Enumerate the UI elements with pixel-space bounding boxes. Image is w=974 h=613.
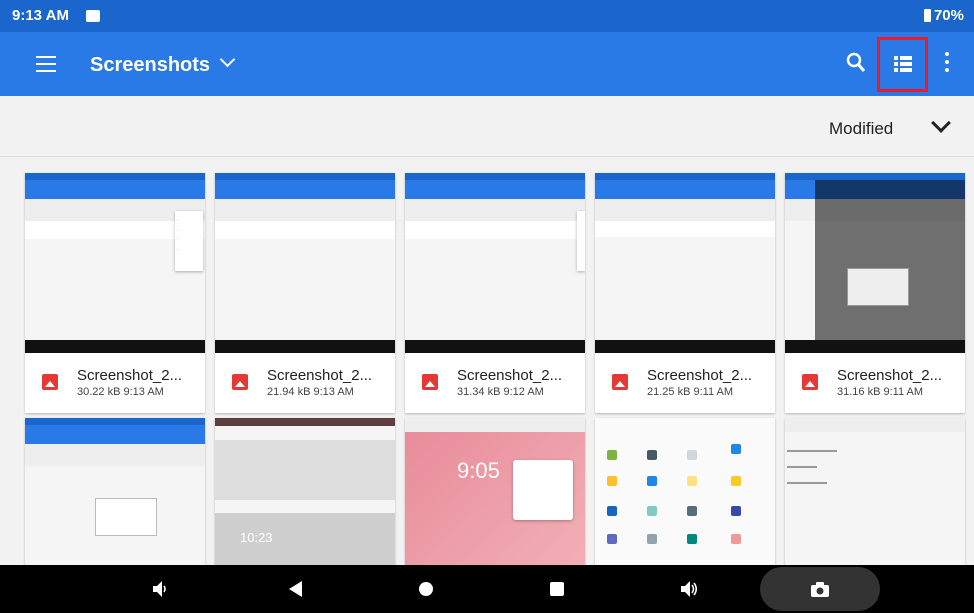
file-detail: 31.34 kB 9:12 AM (457, 386, 544, 398)
thumbnail (595, 173, 775, 353)
file-card[interactable]: 9:05 (405, 418, 585, 568)
battery-icon (923, 9, 931, 22)
battery-level: 70% (933, 7, 964, 24)
gallery-notification-icon (86, 10, 100, 22)
app-bar: Screenshots (0, 32, 974, 96)
thumbnail: 9:05 (405, 418, 585, 568)
file-card[interactable]: Screenshot_2... 31.34 kB 9:12 AM (405, 173, 585, 413)
file-grid: · · · · Screenshot_2... 30.22 kB 9:13 AM Sc… (0, 157, 974, 568)
file-detail: 21.25 kB 9:11 AM (647, 386, 734, 398)
file-card[interactable] (595, 418, 775, 568)
volume-down-icon[interactable] (148, 565, 172, 613)
file-card[interactable]: Screenshot_2... 21.25 kB 9:11 AM (595, 173, 775, 413)
chevron-down-icon[interactable] (931, 113, 951, 133)
status-bar: 9:13 AM 70% (0, 0, 974, 32)
thumbnail (25, 418, 205, 568)
image-file-icon (612, 374, 628, 390)
list-view-icon (894, 56, 912, 72)
file-detail: 31.16 kB 9:11 AM (837, 386, 924, 398)
volume-up-icon[interactable] (678, 565, 702, 613)
search-icon[interactable] (846, 52, 866, 74)
image-file-icon (802, 374, 818, 390)
file-name: Screenshot_2... (267, 367, 373, 384)
sort-bar: Modified (0, 96, 974, 157)
preview-clock: 9:05 (457, 458, 500, 483)
file-card[interactable]: Screenshot_2... 31.16 kB 9:11 AM (785, 173, 965, 413)
file-name: Screenshot_2... (457, 367, 563, 384)
back-icon[interactable] (284, 565, 308, 613)
file-name: Screenshot_2... (837, 367, 943, 384)
sort-label[interactable]: Modified (829, 119, 893, 139)
file-name: Screenshot_2... (77, 367, 183, 384)
thumbnail (785, 173, 965, 353)
image-file-icon (422, 374, 438, 390)
home-icon[interactable] (414, 565, 438, 613)
image-file-icon (232, 374, 248, 390)
thumbnail (785, 418, 965, 568)
thumbnail (215, 173, 395, 353)
file-name: Screenshot_2... (647, 367, 753, 384)
thumbnail (405, 173, 585, 353)
thumbnail: 10:23 (215, 418, 395, 568)
status-time: 9:13 AM (12, 7, 69, 24)
file-card[interactable] (25, 418, 205, 568)
navigation-bar (0, 565, 974, 613)
file-card[interactable]: 10:23 (215, 418, 395, 568)
file-card[interactable]: Screenshot_2... 21.94 kB 9:13 AM (215, 173, 395, 413)
screenshot-button[interactable] (760, 567, 880, 611)
page-title[interactable]: Screenshots (90, 54, 210, 77)
file-card[interactable] (785, 418, 965, 568)
file-card[interactable]: · · · · Screenshot_2... 30.22 kB 9:13 AM (25, 173, 205, 413)
image-file-icon (42, 374, 58, 390)
more-icon[interactable] (944, 52, 950, 76)
recents-icon[interactable] (545, 565, 569, 613)
thumbnail: · · · · (25, 173, 205, 353)
thumbnail (595, 418, 775, 568)
preview-clock: 10:23 (240, 530, 273, 545)
battery-indicator: 70% (923, 7, 964, 24)
file-detail: 21.94 kB 9:13 AM (267, 386, 354, 398)
list-view-button[interactable] (877, 37, 928, 92)
camera-icon (808, 565, 832, 613)
dropdown-icon[interactable] (219, 51, 236, 68)
file-detail: 30.22 kB 9:13 AM (77, 386, 164, 398)
menu-icon[interactable] (36, 56, 56, 72)
